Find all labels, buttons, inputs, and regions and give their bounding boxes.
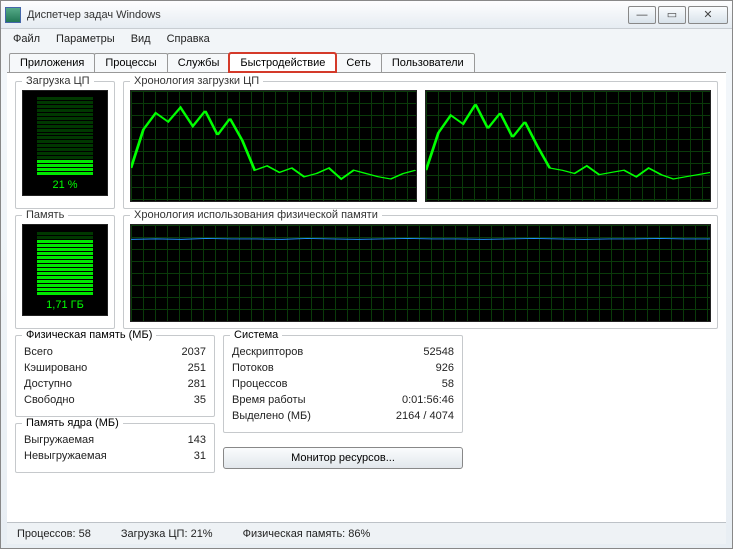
phys-avail-label: Доступно	[24, 376, 72, 392]
cpu-history-group: Хронология загрузки ЦП	[123, 81, 718, 209]
system-group: Система Дескрипторов52548 Потоков926 Про…	[223, 335, 463, 433]
mem-gauge-group: Память 1,71 ГБ	[15, 215, 115, 329]
system-title: Система	[230, 329, 282, 341]
status-cpu: Загрузка ЦП: 21%	[121, 528, 213, 540]
phys-free-val: 35	[194, 392, 206, 408]
stats-row: Физическая память (МБ) Всего2037 Кэширов…	[15, 335, 718, 473]
cpu-gauge-group: Загрузка ЦП 21 %	[15, 81, 115, 209]
window-title: Диспетчер задач Windows	[27, 9, 628, 21]
kernel-mem-group: Память ядра (МБ) Выгружаемая143 Невыгруж…	[15, 423, 215, 473]
stats-left-col: Физическая память (МБ) Всего2037 Кэширов…	[15, 335, 215, 473]
tab-performance[interactable]: Быстродействие	[229, 53, 336, 72]
cpu-graph-1	[130, 90, 417, 202]
phys-free-label: Свободно	[24, 392, 75, 408]
sys-commit-label: Выделено (МБ)	[232, 408, 311, 424]
minimize-button[interactable]: —	[628, 6, 656, 24]
menu-file[interactable]: Файл	[7, 31, 46, 47]
close-icon: ✕	[703, 8, 712, 21]
phys-mem-group: Физическая память (МБ) Всего2037 Кэширов…	[15, 335, 215, 417]
sys-uptime-label: Время работы	[232, 392, 306, 408]
statusbar: Процессов: 58 Загрузка ЦП: 21% Физическа…	[7, 522, 726, 544]
sys-handles-label: Дескрипторов	[232, 344, 303, 360]
menu-view[interactable]: Вид	[125, 31, 157, 47]
phys-cached-val: 251	[188, 360, 206, 376]
cpu-percent-label: 21 %	[23, 179, 107, 191]
app-icon	[5, 7, 21, 23]
tab-applications[interactable]: Приложения	[9, 53, 95, 72]
sys-threads-val: 926	[436, 360, 454, 376]
sys-handles-val: 52548	[423, 344, 454, 360]
kernel-nonpaged-label: Невыгружаемая	[24, 448, 107, 464]
sys-threads-label: Потоков	[232, 360, 274, 376]
kernel-nonpaged-val: 31	[194, 448, 206, 464]
resource-monitor-button[interactable]: Монитор ресурсов...	[223, 447, 463, 469]
tabstrip: Приложения Процессы Службы Быстродействи…	[1, 49, 732, 72]
tab-users[interactable]: Пользователи	[381, 53, 475, 72]
status-processes: Процессов: 58	[17, 528, 91, 540]
tab-processes[interactable]: Процессы	[94, 53, 167, 72]
cpu-history-graphs	[130, 90, 711, 202]
kernel-paged-val: 143	[188, 432, 206, 448]
phys-mem-title: Физическая память (МБ)	[22, 329, 156, 341]
window: Диспетчер задач Windows — ▭ ✕ Файл Парам…	[0, 0, 733, 549]
maximize-icon: ▭	[667, 8, 677, 21]
mem-row: Память 1,71 ГБ Хронология использования …	[15, 215, 718, 329]
phys-cached-label: Кэшировано	[24, 360, 87, 376]
cpu-row: Загрузка ЦП 21 % Хронология загрузки ЦП	[15, 81, 718, 209]
sys-procs-label: Процессов	[232, 376, 288, 392]
tab-networking[interactable]: Сеть	[335, 53, 381, 72]
mem-gauge: 1,71 ГБ	[22, 224, 108, 316]
cpu-gauge-title: Загрузка ЦП	[22, 75, 94, 87]
cpu-graph-2	[425, 90, 712, 202]
menubar: Файл Параметры Вид Справка	[1, 29, 732, 49]
mem-gauge-title: Память	[22, 209, 68, 221]
kernel-paged-label: Выгружаемая	[24, 432, 94, 448]
phys-avail-val: 281	[188, 376, 206, 392]
maximize-button[interactable]: ▭	[658, 6, 686, 24]
sys-uptime-val: 0:01:56:46	[402, 392, 454, 408]
sys-commit-val: 2164 / 4074	[396, 408, 454, 424]
content: Загрузка ЦП 21 % Хронология загрузки ЦП	[7, 72, 726, 522]
mem-graph	[130, 224, 711, 322]
window-buttons: — ▭ ✕	[628, 6, 728, 24]
menu-options[interactable]: Параметры	[50, 31, 121, 47]
mem-history-title: Хронология использования физической памя…	[130, 209, 382, 221]
mem-history-group: Хронология использования физической памя…	[123, 215, 718, 329]
mem-value-label: 1,71 ГБ	[23, 299, 107, 311]
sys-procs-val: 58	[442, 376, 454, 392]
minimize-icon: —	[637, 9, 648, 21]
stats-right-col: Система Дескрипторов52548 Потоков926 Про…	[223, 335, 463, 473]
titlebar[interactable]: Диспетчер задач Windows — ▭ ✕	[1, 1, 732, 29]
tab-services[interactable]: Службы	[167, 53, 231, 72]
status-mem: Физическая память: 86%	[243, 528, 371, 540]
close-button[interactable]: ✕	[688, 6, 728, 24]
cpu-gauge: 21 %	[22, 90, 108, 196]
phys-total-val: 2037	[182, 344, 206, 360]
kernel-mem-title: Память ядра (МБ)	[22, 417, 123, 429]
cpu-history-title: Хронология загрузки ЦП	[130, 75, 263, 87]
menu-help[interactable]: Справка	[161, 31, 216, 47]
phys-total-label: Всего	[24, 344, 53, 360]
